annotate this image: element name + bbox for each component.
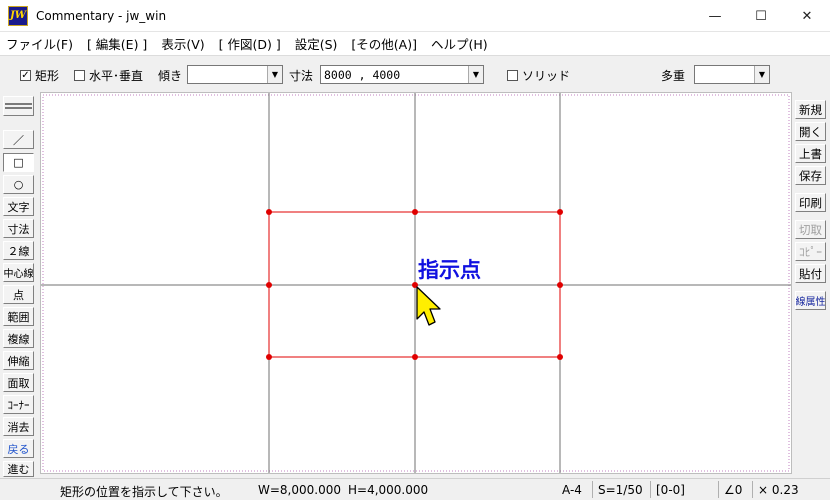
indicated-point-label: 指示点 <box>418 258 481 282</box>
tool-double-line[interactable]: ２線 <box>3 241 34 260</box>
dimension-value: 8000 , 4000 <box>324 67 401 82</box>
chevron-down-icon[interactable]: ▼ <box>468 66 483 83</box>
rect-label: 矩形 <box>35 69 60 83</box>
menu-draw[interactable]: [ 作図(D) ] <box>219 34 281 53</box>
chevron-down-icon[interactable]: ▼ <box>267 66 282 83</box>
tool-circle[interactable]: ○ <box>3 175 34 194</box>
line-type-icon <box>5 103 32 109</box>
menu-other[interactable]: [その他(A)] <box>351 34 417 53</box>
maximize-button[interactable]: ☐ <box>738 0 784 32</box>
app-icon: JW <box>8 5 28 26</box>
multi-combo[interactable]: ▼ <box>694 65 770 84</box>
tool-chamfer[interactable]: 面取 <box>3 373 34 392</box>
snap-point[interactable] <box>412 354 418 360</box>
tool-dimension[interactable]: 寸法 <box>3 219 34 238</box>
tool-offset[interactable]: 複線 <box>3 329 34 348</box>
control-bar: ✓ 矩形 水平･垂直 傾き ▼ 寸法 8000 , 4000 ▼ ソリッド 多重… <box>0 57 830 91</box>
menu-view[interactable]: 表示(V) <box>161 34 204 53</box>
minimize-button[interactable]: — <box>692 0 738 32</box>
tool-stretch[interactable]: 伸縮 <box>3 351 34 370</box>
window-title: Commentary - jw_win <box>36 8 167 23</box>
cut-button[interactable]: 切取 <box>795 220 826 239</box>
new-button[interactable]: 新規 <box>795 100 826 119</box>
dimension-combo[interactable]: 8000 , 4000 ▼ <box>320 65 484 84</box>
status-height: H=4,000.000 <box>348 483 429 497</box>
tool-text[interactable]: 文字 <box>3 197 34 216</box>
tilt-label: 傾き <box>158 69 183 83</box>
status-divider <box>592 481 593 498</box>
overwrite-button[interactable]: 上書 <box>795 144 826 163</box>
line-attribute-button[interactable]: 線属性 <box>795 291 826 310</box>
tilt-combo[interactable]: ▼ <box>187 65 283 84</box>
snap-point[interactable] <box>266 282 272 288</box>
snap-point[interactable] <box>557 282 563 288</box>
status-divider <box>718 481 719 498</box>
layer-button[interactable]: [0-0] <box>656 483 685 497</box>
menu-bar: ファイル(F) [ 編集(E) ] 表示(V) [ 作図(D) ] 設定(S) … <box>0 32 830 56</box>
tool-range[interactable]: 範囲 <box>3 307 34 326</box>
scale-button[interactable]: S=1/50 <box>598 483 643 497</box>
drawing-canvas[interactable]: 指示点 <box>40 92 792 474</box>
menu-help[interactable]: ヘルプ(H) <box>431 34 488 53</box>
line-type-selector[interactable] <box>3 96 34 116</box>
angle-display[interactable]: ∠0 <box>724 483 742 497</box>
paste-button[interactable]: 貼付 <box>795 264 826 283</box>
status-width: W=8,000.000 <box>258 483 341 497</box>
snap-point[interactable] <box>557 209 563 215</box>
snap-point[interactable] <box>412 209 418 215</box>
status-divider <box>650 481 651 498</box>
tool-line[interactable]: ／ <box>3 130 34 149</box>
hv-label: 水平･垂直 <box>89 69 144 83</box>
snap-point[interactable] <box>557 354 563 360</box>
status-divider <box>752 481 753 498</box>
solid-option[interactable]: ソリッド <box>507 67 570 84</box>
dimension-label: 寸法 <box>289 69 314 83</box>
multi-label: 多重 <box>661 69 686 83</box>
hv-checkbox[interactable] <box>74 70 85 81</box>
print-button[interactable]: 印刷 <box>795 193 826 212</box>
tool-redo[interactable]: 進む <box>3 461 34 477</box>
tool-undo[interactable]: 戻る <box>3 439 34 458</box>
open-button[interactable]: 開く <box>795 122 826 141</box>
menu-settings[interactable]: 設定(S) <box>295 34 338 53</box>
tool-rectangle[interactable]: □ <box>3 153 34 172</box>
snap-point[interactable] <box>266 209 272 215</box>
copy-button[interactable]: ｺﾋﾟｰ <box>795 242 826 261</box>
chevron-down-icon[interactable]: ▼ <box>754 66 769 83</box>
cursor-arrow-icon <box>416 286 441 326</box>
menu-file[interactable]: ファイル(F) <box>6 34 73 53</box>
tool-corner[interactable]: ｺｰﾅｰ <box>3 395 34 414</box>
zoom-display[interactable]: × 0.23 <box>758 483 799 497</box>
tool-center-line[interactable]: 中心線 <box>3 263 34 282</box>
status-bar: 矩形の位置を指示して下さい。 W=8,000.000 H=4,000.000 A… <box>0 478 830 500</box>
window-controls: — ☐ ✕ <box>692 0 830 32</box>
solid-label: ソリッド <box>522 69 571 83</box>
tool-point[interactable]: 点 <box>3 285 34 304</box>
menu-edit[interactable]: [ 編集(E) ] <box>87 34 147 53</box>
status-message: 矩形の位置を指示して下さい。 <box>60 485 228 499</box>
close-button[interactable]: ✕ <box>784 0 830 32</box>
hv-option[interactable]: 水平･垂直 <box>74 67 143 84</box>
rect-checkbox[interactable]: ✓ <box>20 70 31 81</box>
solid-checkbox[interactable] <box>507 70 518 81</box>
snap-point[interactable] <box>266 354 272 360</box>
drawing-surface[interactable]: 指示点 <box>41 93 791 473</box>
save-button[interactable]: 保存 <box>795 166 826 185</box>
paper-size-button[interactable]: A-4 <box>562 483 582 497</box>
tool-erase[interactable]: 消去 <box>3 417 34 436</box>
title-bar: JW Commentary - jw_win — ☐ ✕ <box>0 0 830 32</box>
rect-option[interactable]: ✓ 矩形 <box>20 67 59 84</box>
